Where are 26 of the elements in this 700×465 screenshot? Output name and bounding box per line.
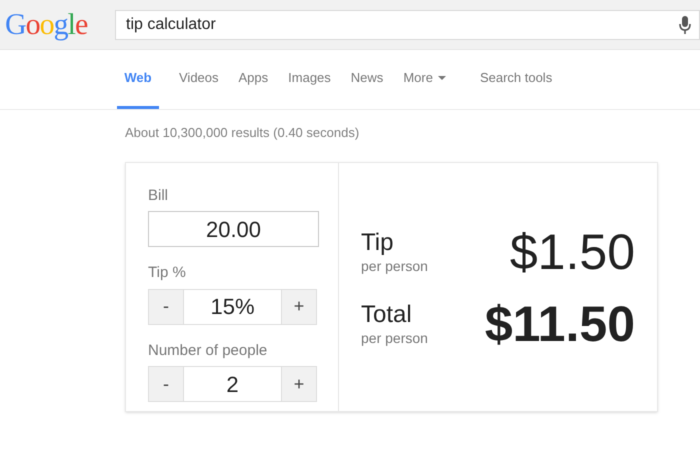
search-field[interactable]: tip calculator xyxy=(115,10,700,40)
search-tab[interactable]: Search tools xyxy=(480,50,552,109)
decrement-button[interactable]: - xyxy=(148,288,184,324)
result-label: Tip xyxy=(361,228,394,258)
result-stats: About 10,300,000 results (0.40 seconds) xyxy=(125,124,360,142)
field-label: Tip % xyxy=(148,263,187,283)
result-label: Total xyxy=(361,300,413,330)
result-amount: $11.50 xyxy=(484,298,635,348)
field-label: Number of people xyxy=(148,340,268,360)
result-sublabel: per person xyxy=(361,258,428,276)
search-tab[interactable]: Web xyxy=(117,50,159,109)
result-amount: $1.50 xyxy=(510,226,635,276)
search-query: tip calculator xyxy=(126,14,217,34)
search-tab[interactable]: News xyxy=(350,50,384,109)
result-sublabel: per person xyxy=(361,330,428,348)
microphone-icon[interactable] xyxy=(679,16,691,34)
increment-button[interactable]: + xyxy=(281,288,317,324)
increment-button[interactable]: + xyxy=(281,366,317,402)
caret-icon xyxy=(438,76,446,80)
search-tab[interactable]: Apps xyxy=(238,50,268,109)
field-label: Bill xyxy=(148,186,170,206)
search-tab[interactable]: Images xyxy=(288,50,331,109)
more-menu[interactable]: More xyxy=(403,50,446,109)
bill-input[interactable]: 20.00 xyxy=(148,211,319,247)
search-tab[interactable]: Videos xyxy=(179,50,219,109)
decrement-button[interactable]: - xyxy=(148,366,184,402)
